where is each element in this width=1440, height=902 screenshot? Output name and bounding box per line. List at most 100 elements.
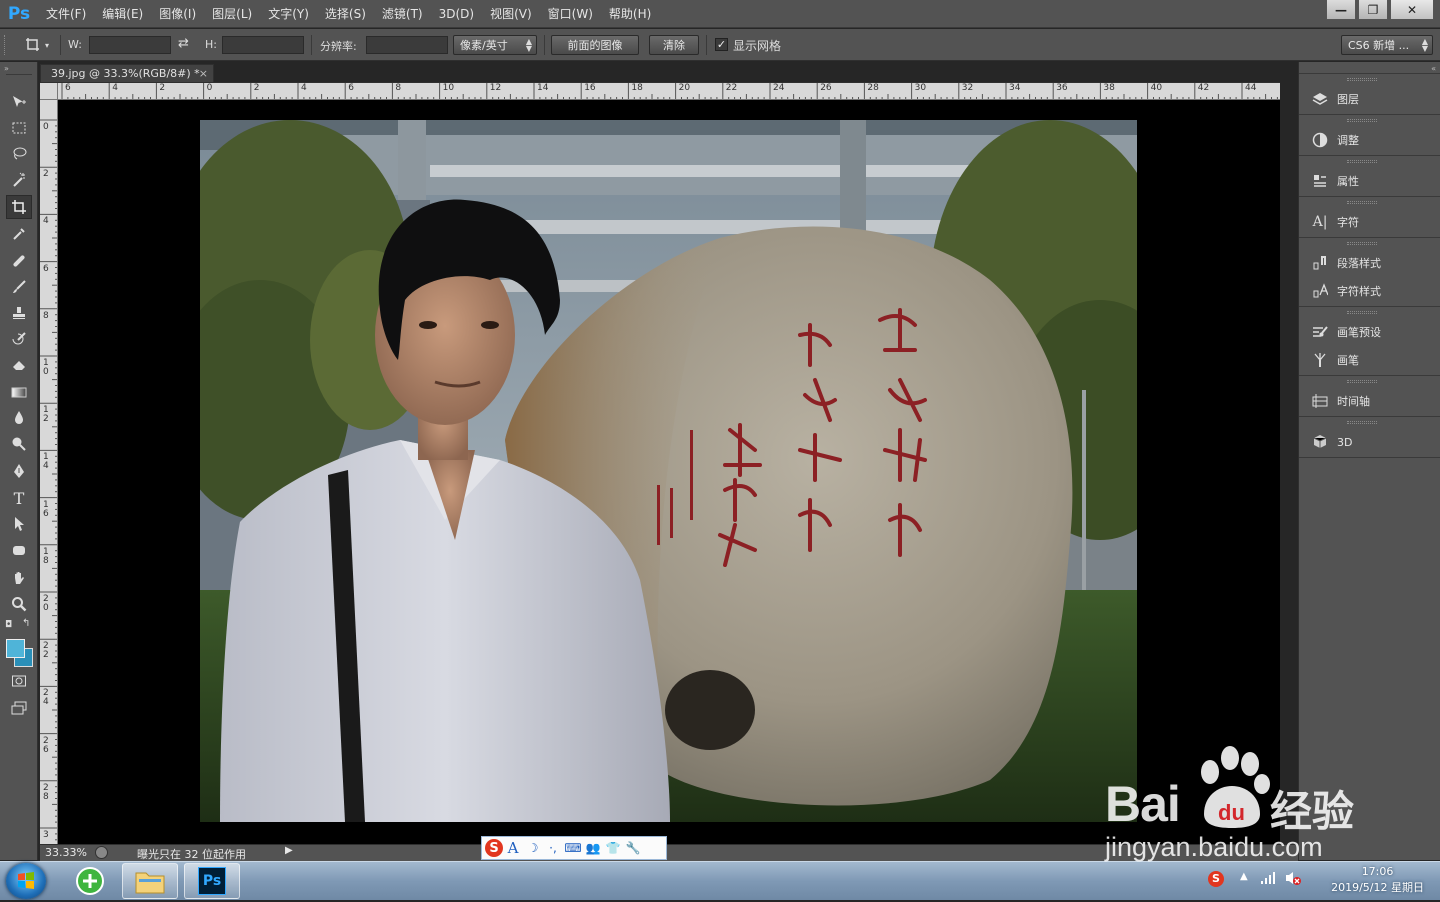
- close-button[interactable]: ✕: [1390, 0, 1434, 20]
- volume-muted-icon[interactable]: [1284, 870, 1302, 889]
- panel-timeline[interactable]: 时间轴: [1309, 390, 1437, 412]
- taskbar-explorer[interactable]: [122, 863, 178, 899]
- default-colors-icon[interactable]: ◘: [5, 620, 12, 630]
- panel-grip[interactable]: [1347, 119, 1377, 122]
- history-brush-tool-icon[interactable]: [6, 327, 32, 351]
- menu-filter[interactable]: 滤镜(T): [374, 0, 431, 28]
- menu-layer[interactable]: 图层(L): [204, 0, 260, 28]
- panel-paragraph-styles[interactable]: 段落样式: [1309, 252, 1437, 274]
- front-image-button[interactable]: 前面的图像: [551, 35, 639, 55]
- clone-stamp-tool-icon[interactable]: [6, 301, 32, 325]
- brush-tool-icon[interactable]: [6, 275, 32, 299]
- minimize-button[interactable]: —: [1326, 0, 1356, 20]
- ime-english-mode-icon[interactable]: A: [503, 838, 523, 858]
- lasso-tool-icon[interactable]: [6, 142, 32, 166]
- panel-brush[interactable]: 画笔: [1309, 349, 1437, 371]
- document-tab[interactable]: 39.jpg @ 33.3%(RGB/8#) * ×: [40, 64, 214, 82]
- rectangle-tool-icon[interactable]: [6, 538, 32, 562]
- ruler-label: 26: [43, 735, 49, 755]
- document-tab-title: 39.jpg @ 33.3%(RGB/8#) *: [51, 67, 200, 80]
- healing-brush-tool-icon[interactable]: [6, 249, 32, 273]
- horizontal-ruler[interactable]: 6 4 2 0 2 4 6 8 10 12 14 16 18 20 22 24 26 28 30 32 34 36 38 40…: [58, 83, 1280, 100]
- swap-colors-icon[interactable]: ↰: [22, 618, 30, 629]
- width-input[interactable]: [89, 36, 171, 54]
- menu-file[interactable]: 文件(F): [38, 0, 94, 28]
- menu-3d[interactable]: 3D(D): [431, 0, 482, 28]
- panel-grip[interactable]: [1347, 421, 1377, 424]
- panel-grip[interactable]: [1347, 242, 1377, 245]
- restore-button[interactable]: ❐: [1358, 0, 1388, 20]
- panel-character-styles[interactable]: 字符样式: [1309, 280, 1437, 302]
- eraser-tool-icon[interactable]: [6, 353, 32, 377]
- zoom-tool-icon[interactable]: [6, 592, 32, 616]
- start-button[interactable]: [6, 863, 46, 899]
- move-tool-icon[interactable]: [6, 90, 32, 114]
- ime-skin-icon[interactable]: 👕: [603, 838, 623, 858]
- screen-mode-icon[interactable]: [6, 696, 32, 720]
- show-hidden-icons-icon[interactable]: ▲: [1240, 871, 1248, 882]
- ime-user-icon[interactable]: 👥: [583, 838, 603, 858]
- panel-adjustments[interactable]: 调整: [1309, 129, 1437, 151]
- panel-layers[interactable]: 图层: [1309, 88, 1437, 110]
- status-info-icon[interactable]: [95, 846, 108, 859]
- status-menu-arrow-icon[interactable]: ▶: [285, 845, 293, 856]
- sogou-logo-icon[interactable]: S: [485, 839, 503, 857]
- menu-help[interactable]: 帮助(H): [601, 0, 659, 28]
- panel-properties[interactable]: 属性: [1309, 170, 1437, 192]
- height-input[interactable]: [222, 36, 304, 54]
- swap-dimensions-icon[interactable]: ⇄: [178, 36, 189, 51]
- ime-half-width-icon[interactable]: ☽: [523, 838, 543, 858]
- pen-tool-icon[interactable]: [6, 459, 32, 483]
- clock[interactable]: 17:06 2019/5/12 星期日: [1331, 864, 1424, 896]
- quick-mask-icon[interactable]: [6, 669, 32, 693]
- type-tool-icon[interactable]: T: [6, 486, 32, 510]
- taskbar-browser[interactable]: [62, 863, 118, 899]
- document-image[interactable]: [200, 120, 1137, 822]
- collapse-panel-icon[interactable]: »: [4, 64, 9, 73]
- magic-wand-tool-icon[interactable]: [6, 168, 32, 192]
- network-icon[interactable]: [1260, 871, 1276, 888]
- menu-image[interactable]: 图像(I): [151, 0, 204, 28]
- close-tab-icon[interactable]: ×: [199, 65, 208, 82]
- clock-time: 17:06: [1361, 865, 1394, 878]
- gradient-tool-icon[interactable]: [6, 380, 32, 404]
- foreground-color-swatch[interactable]: [6, 639, 25, 658]
- panel-grip[interactable]: [1347, 201, 1377, 204]
- expand-panels-icon[interactable]: «: [1431, 64, 1436, 73]
- menu-edit[interactable]: 编辑(E): [94, 0, 151, 28]
- panel-3d[interactable]: 3D: [1309, 431, 1437, 453]
- menu-window[interactable]: 窗口(W): [540, 0, 601, 28]
- dodge-tool-icon[interactable]: [6, 432, 32, 456]
- show-grid-checkbox[interactable]: ✓: [715, 38, 728, 51]
- ime-settings-icon[interactable]: 🔧: [623, 838, 643, 858]
- ime-punctuation-icon[interactable]: ·,: [543, 838, 563, 858]
- hand-tool-icon[interactable]: [6, 566, 32, 590]
- workspace-switcher[interactable]: CS6 新增 ... ▲ ▼: [1341, 35, 1433, 55]
- ruler-label: 2: [253, 83, 260, 93]
- ruler-origin[interactable]: [40, 83, 58, 100]
- zoom-level[interactable]: 33.33%: [45, 846, 87, 859]
- menu-select[interactable]: 选择(S): [317, 0, 374, 28]
- panel-grip[interactable]: [1347, 380, 1377, 383]
- crop-tool-icon[interactable]: [6, 195, 32, 219]
- crop-tool-preset-picker[interactable]: ▾: [20, 35, 54, 55]
- resolution-input[interactable]: [366, 36, 448, 54]
- clear-button[interactable]: 清除: [649, 35, 699, 55]
- ruler-label: 20: [678, 83, 691, 93]
- marquee-tool-icon[interactable]: [6, 116, 32, 140]
- vertical-ruler[interactable]: 0 2 4 6 8 10 12 14 16 18 20 22 24 26 28 3: [40, 100, 58, 844]
- taskbar-photoshop[interactable]: Ps: [184, 863, 240, 899]
- resolution-unit-select[interactable]: 像素/英寸 ▲ ▼: [453, 35, 537, 55]
- blur-tool-icon[interactable]: [6, 406, 32, 430]
- panel-grip[interactable]: [1347, 160, 1377, 163]
- panel-grip[interactable]: [1347, 311, 1377, 314]
- panel-grip[interactable]: [1347, 78, 1377, 81]
- path-selection-tool-icon[interactable]: [6, 512, 32, 536]
- eyedropper-tool-icon[interactable]: [6, 222, 32, 246]
- menu-view[interactable]: 视图(V): [482, 0, 540, 28]
- sogou-tray-icon[interactable]: S: [1208, 871, 1224, 887]
- menu-type[interactable]: 文字(Y): [260, 0, 317, 28]
- ime-keyboard-icon[interactable]: ⌨: [563, 838, 583, 858]
- panel-character[interactable]: A| 字符: [1309, 211, 1437, 233]
- panel-brush-presets[interactable]: 画笔预设: [1309, 321, 1437, 343]
